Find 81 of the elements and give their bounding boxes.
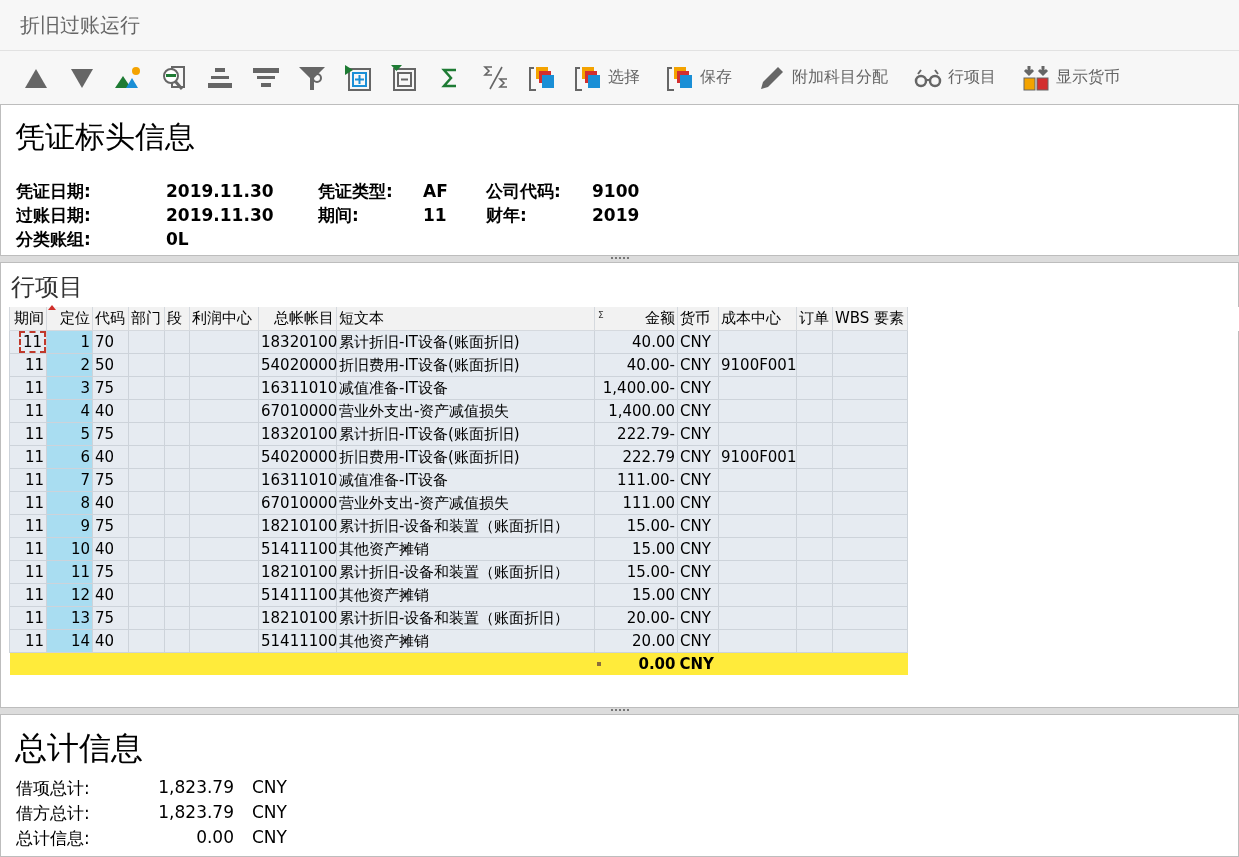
toolbar-button[interactable]: 保存 (662, 61, 736, 94)
currency-icon (1022, 63, 1050, 92)
total-currency: CNY (252, 827, 288, 849)
field-label: 过账日期: (16, 204, 92, 226)
total-label: 总计信息: (16, 827, 91, 850)
table-cell: 减值准备-IT设备 (336, 468, 595, 492)
column-header[interactable]: 利润中心 (189, 307, 259, 331)
field-value: AF (423, 180, 449, 202)
column-header[interactable]: 代码 (92, 307, 129, 331)
column-header[interactable]: 总帐帐目 (258, 307, 337, 331)
window-title: 折旧过账运行 (20, 11, 140, 39)
total-amount: 0.00 (195, 827, 235, 849)
table-cell: 其他资产摊销 (336, 583, 595, 607)
table-cell: 其他资产摊销 (336, 629, 595, 653)
table-cell: 11 (9, 583, 47, 607)
column-header[interactable]: 短文本 (336, 307, 595, 331)
toolbar-button[interactable]: 附加科目分配 (754, 61, 892, 94)
table-cell: 11 (9, 514, 47, 538)
table-cell: 累计折旧-IT设备(账面折旧) (336, 422, 595, 446)
total-currency: CNY (252, 802, 288, 824)
table-cell: 减值准备-IT设备 (336, 376, 595, 400)
section-title: 凭证标头信息 (15, 118, 196, 156)
field-value: 9100 (592, 180, 641, 202)
collapse-icon (390, 63, 418, 92)
total-label: 借方总计: (16, 802, 91, 825)
total-amount: 0.00 (638, 655, 676, 673)
total-marker-icon (596, 662, 601, 666)
sum-mark: Σ (598, 310, 604, 320)
field-value: 2019.11.30 (166, 204, 275, 226)
field-value: 2019.11.30 (166, 180, 275, 202)
table-cell: 折旧费用-IT设备(账面折旧) (336, 445, 595, 469)
toolbar-button[interactable]: 显示货币 (1018, 61, 1124, 94)
table-cell: 营业外支出-资产减值损失 (336, 399, 595, 423)
table-cell: 累计折旧-设备和装置（账面折旧） (336, 514, 595, 538)
table-cell: 营业外支出-资产减值损失 (336, 491, 595, 515)
table-cell: 11 (9, 376, 47, 400)
table-cell: 11 (9, 353, 47, 377)
column-header[interactable]: 成本中心 (718, 307, 797, 331)
field-label: 财年: (486, 204, 528, 226)
table-cell: 其他资产摊销 (336, 537, 595, 561)
table-cell: 11 (9, 606, 47, 630)
table-cell: 11 (9, 491, 47, 515)
column-header[interactable]: 段 (164, 307, 190, 331)
toolbar-button[interactable]: 行项目 (910, 61, 1000, 94)
field-label: 凭证类型: (318, 180, 394, 202)
total-amount: 1,823.79 (157, 802, 235, 824)
field-value: 11 (423, 204, 448, 226)
table-cell: 累计折旧-IT设备(账面折旧) (336, 330, 595, 354)
table-cell: 11 (9, 445, 47, 469)
table-cell: 折旧费用-IT设备(账面折旧) (336, 353, 595, 377)
column-header[interactable]: Σ 金额 (594, 307, 678, 331)
field-label: 期间: (318, 204, 360, 226)
subtotal-icon (482, 63, 510, 92)
field-label: 公司代码: (486, 180, 562, 202)
column-header[interactable]: 订单 (796, 307, 833, 331)
field-value: 2019 (592, 204, 641, 226)
total-currency: CNY (252, 777, 288, 799)
table-cell: 11 (9, 560, 47, 584)
toolbar-button[interactable]: 选择 (570, 61, 644, 94)
section-title: 行项目 (11, 272, 84, 303)
table-cell: 11 (9, 422, 47, 446)
table-cell: 11 (9, 468, 47, 492)
column-header[interactable]: 货币 (677, 307, 719, 331)
field-value: 0L (166, 228, 190, 250)
field-label: 分类账组: (16, 228, 92, 250)
column-header[interactable]: 期间 (9, 307, 47, 331)
section-title: 总计信息 (15, 728, 144, 769)
column-header[interactable]: WBS 要素 (832, 307, 908, 331)
column-header[interactable]: 定位 (46, 307, 93, 331)
total-amount: 1,823.79 (157, 777, 235, 799)
expand-icon (344, 63, 372, 92)
find-icon (160, 63, 188, 92)
table-cell: 累计折旧-设备和装置（账面折旧） (336, 606, 595, 630)
column-header[interactable]: 部门 (128, 307, 165, 331)
table-cell: 累计折旧-设备和装置（账面折旧） (336, 560, 595, 584)
table-cell: 11 (9, 629, 47, 653)
field-label: 凭证日期: (16, 180, 92, 202)
sort-indicator-icon (48, 305, 56, 310)
table-cell: 11 (9, 399, 47, 423)
total-label: 借项总计: (16, 777, 91, 800)
table-cell: 11 (9, 537, 47, 561)
